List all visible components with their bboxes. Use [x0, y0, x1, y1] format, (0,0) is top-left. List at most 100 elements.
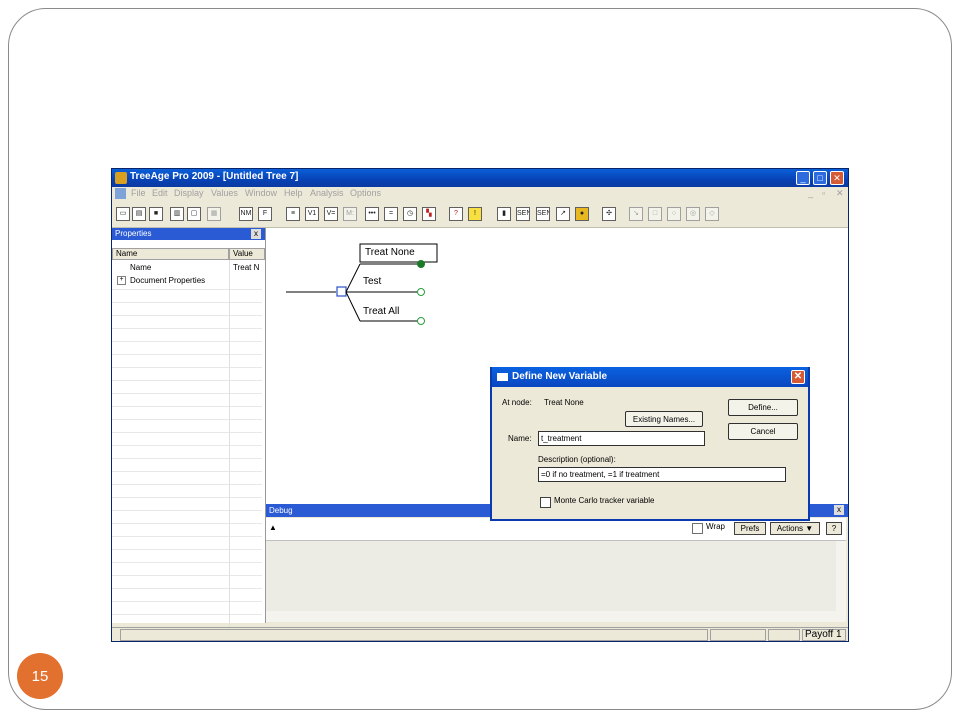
monte-carlo-tracker-checkbox[interactable] [540, 497, 551, 508]
menu-edit[interactable]: Edit [152, 188, 168, 198]
equal-icon[interactable]: = [384, 207, 398, 221]
clock-icon[interactable]: ◷ [403, 207, 417, 221]
window-titlebar: TreeAge Pro 2009 - [Untitled Tree 7] _ □… [112, 169, 848, 187]
close-button[interactable]: ✕ [830, 171, 844, 185]
status-cell [768, 629, 800, 641]
circle-node-tool-icon[interactable]: ◎ [686, 207, 700, 221]
define-button[interactable]: Define... [728, 399, 798, 416]
move-cursor-icon[interactable]: ✣ [602, 207, 616, 221]
grid-line [112, 471, 262, 472]
more-icon[interactable]: ••• [365, 207, 379, 221]
grid-line [112, 302, 262, 303]
formula-icon[interactable]: F [258, 207, 272, 221]
row-value-cell[interactable]: Treat N [233, 263, 259, 272]
print-icon[interactable]: ▥ [170, 207, 184, 221]
maximize-button[interactable]: □ [813, 171, 827, 185]
chart-bar-icon[interactable]: ▮ [497, 207, 511, 221]
status-message-cell [120, 629, 708, 641]
debug-toolbar: ▲ Wrap Prefs Actions ▼ ? [266, 518, 846, 541]
name-field[interactable]: t_treatment [538, 431, 705, 446]
grid-line [112, 458, 262, 459]
warning-icon[interactable]: ? [449, 207, 463, 221]
color-wheel-icon[interactable]: ● [575, 207, 589, 221]
mdi-minimize-button[interactable]: _ [808, 188, 813, 198]
mdi-restore-button[interactable]: ▫ [822, 188, 825, 198]
grid-line [112, 523, 262, 524]
existing-names-button[interactable]: Existing Names... [625, 411, 703, 427]
cancel-button[interactable]: Cancel [728, 423, 798, 440]
branch-label[interactable]: Treat All [363, 306, 399, 317]
page-setup-icon[interactable]: ▦ [207, 207, 221, 221]
column-divider [229, 260, 230, 641]
dialog-title: Define New Variable [512, 371, 608, 382]
branch-label[interactable]: Treat None [365, 247, 415, 258]
branch-label[interactable]: Test [363, 276, 381, 287]
define-names-icon[interactable]: NM [239, 207, 253, 221]
actions-dropdown[interactable]: Actions ▼ [770, 522, 820, 535]
status-cell [710, 629, 766, 641]
menu-values[interactable]: Values [211, 188, 238, 198]
debug-vertical-scrollbar[interactable] [836, 541, 846, 611]
properties-header: Properties [112, 228, 265, 240]
grid-line [112, 497, 262, 498]
markov-icon[interactable]: M: [343, 207, 357, 221]
square-tool-icon[interactable]: □ [648, 207, 662, 221]
menu-window[interactable]: Window [245, 188, 277, 198]
name-label: Name: [508, 434, 532, 443]
tree-layout-icon[interactable]: ≡ [286, 207, 300, 221]
grid-line [112, 419, 262, 420]
menu-help[interactable]: Help [284, 188, 303, 198]
alert-icon[interactable]: ! [468, 207, 482, 221]
menu-display[interactable]: Display [174, 188, 204, 198]
minimize-button[interactable]: _ [796, 171, 810, 185]
treeage-app-icon [115, 172, 127, 184]
arrow-cursor-icon[interactable]: ↗ [556, 207, 570, 221]
menu-bar: File Edit Display Values Window Help Ana… [112, 187, 848, 200]
debug-output-area[interactable] [266, 541, 836, 611]
mdi-close-button[interactable]: ✕ [836, 188, 844, 199]
variable-properties-icon[interactable]: V1 [305, 207, 319, 221]
sensitivity-icon[interactable]: SENS [516, 207, 530, 221]
debug-close-icon[interactable]: x [834, 505, 844, 515]
branch-line [345, 263, 361, 293]
wrap-label: Wrap [706, 522, 725, 531]
chance-node-icon [417, 288, 425, 296]
prefs-button[interactable]: Prefs [734, 522, 766, 535]
decision-node-icon [336, 286, 347, 297]
column-header-name[interactable]: Name [112, 248, 229, 260]
define-variable-dialog: Define New Variable ✕ At node: Treat Non… [490, 367, 810, 521]
grid-line [112, 614, 262, 615]
grid-line [112, 445, 262, 446]
expand-plus-icon[interactable]: + [117, 276, 126, 285]
sensitivity-2-icon[interactable]: SENS [536, 207, 550, 221]
grid-line [112, 432, 262, 433]
menu-analysis[interactable]: Analysis [310, 188, 344, 198]
open-folder-icon[interactable]: ▤ [132, 207, 146, 221]
diamond-tool-icon[interactable]: ◇ [705, 207, 719, 221]
line-tool-icon[interactable]: ↘ [629, 207, 643, 221]
column-header-value[interactable]: Value [229, 248, 265, 260]
grid-line [112, 406, 262, 407]
grid-line [112, 315, 262, 316]
variable-list-icon[interactable]: V= [324, 207, 338, 221]
dialog-close-button[interactable]: ✕ [791, 370, 805, 384]
menu-options[interactable]: Options [350, 188, 381, 198]
terminal-node-icon [417, 260, 425, 268]
document-menu-icon[interactable] [115, 188, 126, 199]
new-document-icon[interactable]: ▭ [116, 207, 130, 221]
properties-close-icon[interactable]: x [251, 229, 261, 239]
description-field[interactable]: =0 if no treatment, =1 if treatment [538, 467, 786, 482]
wrap-checkbox[interactable] [692, 523, 703, 534]
color-node-icon[interactable]: ▚ [422, 207, 436, 221]
print-preview-icon[interactable]: ▢ [187, 207, 201, 221]
grid-line [112, 341, 262, 342]
circle-tool-icon[interactable]: ○ [667, 207, 681, 221]
document-properties-row[interactable]: Document Properties [130, 276, 205, 285]
menu-file[interactable]: File [131, 188, 146, 198]
grid-line [112, 484, 262, 485]
collapse-arrow-icon[interactable]: ▲ [269, 523, 277, 532]
debug-horizontal-scrollbar[interactable] [266, 611, 846, 622]
help-button[interactable]: ? [826, 522, 842, 535]
save-disk-icon[interactable]: ■ [149, 207, 163, 221]
chance-node-icon [417, 317, 425, 325]
